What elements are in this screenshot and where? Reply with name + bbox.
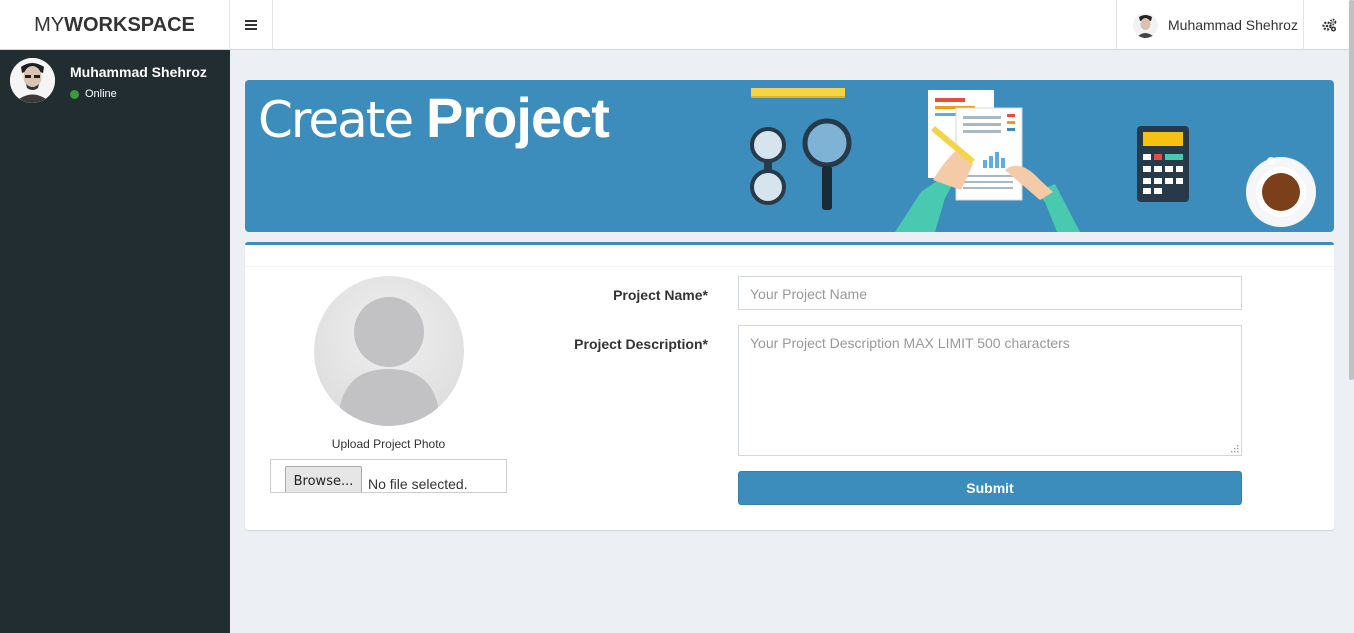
project-name-input[interactable]: Your Project Name: [738, 276, 1242, 310]
sidebar-toggle-button[interactable]: [230, 0, 273, 50]
avatar: [10, 58, 55, 103]
project-form-box: Upload Project Photo Browse... No file s…: [245, 242, 1334, 530]
file-input[interactable]: Browse... No file selected.: [270, 459, 507, 493]
online-dot-icon: [70, 89, 79, 99]
project-description-textarea[interactable]: Your Project Description MAX LIMIT 500 c…: [738, 325, 1242, 456]
gears-icon: [1322, 18, 1337, 32]
logo-bold: WORKSPACE: [64, 13, 195, 36]
project-description-label: Project Description*: [574, 336, 708, 352]
submit-button[interactable]: Submit: [738, 471, 1242, 505]
project-description-placeholder: Your Project Description MAX LIMIT 500 c…: [750, 335, 1070, 351]
logo-prefix: MY: [34, 13, 65, 36]
project-photo-placeholder: [314, 276, 464, 426]
user-menu-button[interactable]: Muhammad Shehroz: [1116, 0, 1303, 50]
page-scrollbar[interactable]: [1349, 0, 1354, 380]
user-placeholder-icon: [338, 297, 440, 426]
browse-button[interactable]: Browse...: [285, 466, 362, 492]
resize-handle-icon[interactable]: [1231, 445, 1239, 453]
box-header: [245, 245, 1334, 267]
office-illustration-icon: [750, 88, 1316, 232]
top-navbar: MY WORKSPACE Muhammad Shehroz: [0, 0, 1354, 50]
sidebar: Muhammad Shehroz Online: [0, 50, 230, 633]
page-banner: Create Project: [245, 80, 1334, 232]
user-menu-name: Muhammad Shehroz: [1168, 17, 1298, 33]
project-name-label: Project Name*: [613, 287, 708, 303]
status-indicator[interactable]: Online: [70, 88, 207, 100]
settings-button[interactable]: [1303, 0, 1354, 50]
avatar: [1133, 12, 1158, 38]
hamburger-icon: [245, 20, 257, 30]
sidebar-user-name: Muhammad Shehroz: [70, 64, 207, 80]
status-text: Online: [85, 88, 117, 100]
app-logo[interactable]: MY WORKSPACE: [0, 0, 230, 50]
user-panel: Muhammad Shehroz Online: [10, 58, 207, 103]
file-status: No file selected.: [368, 476, 468, 492]
user-info: Muhammad Shehroz Online: [70, 58, 207, 103]
upload-photo-label: Upload Project Photo: [331, 437, 446, 451]
